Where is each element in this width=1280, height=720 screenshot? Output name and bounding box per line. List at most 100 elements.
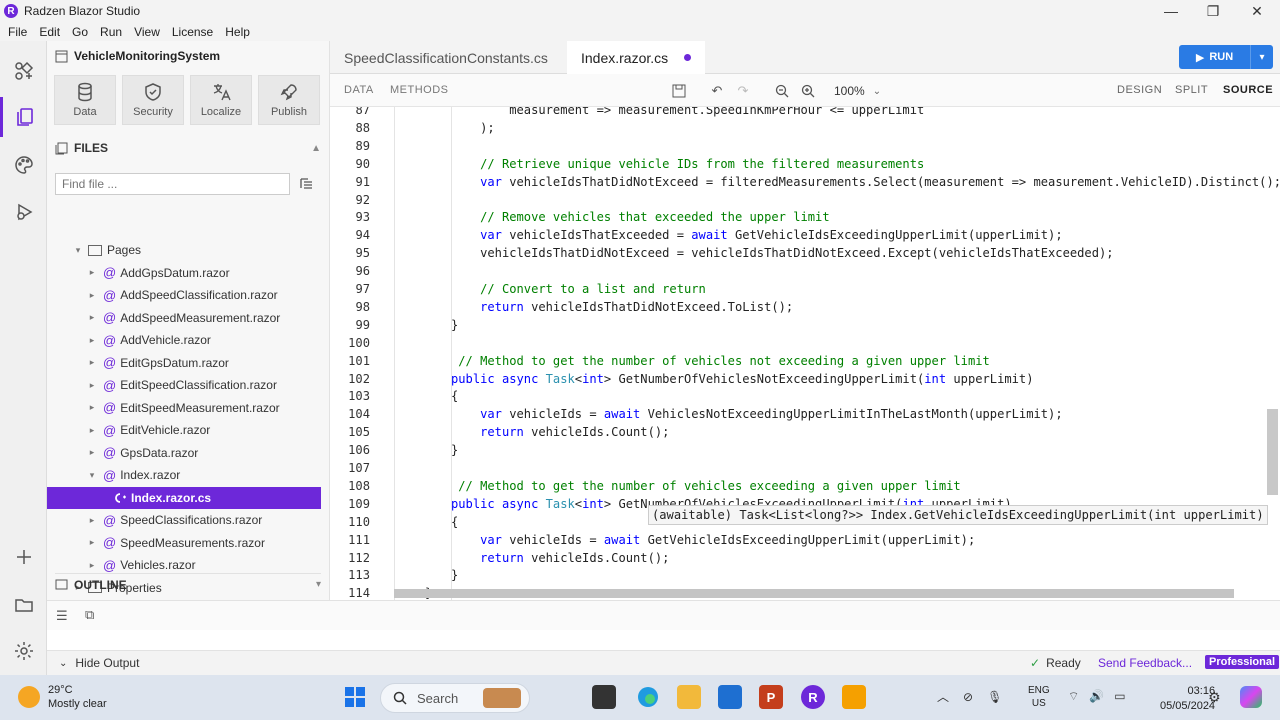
tab-speed-classification-constants[interactable]: SpeedClassificationConstants.cs (330, 41, 562, 74)
tree-file[interactable]: ▸ @ EditGpsDatum.razor (47, 352, 321, 375)
menu-file[interactable]: File (4, 25, 31, 39)
save-icon[interactable] (670, 82, 688, 100)
sublime-text-icon[interactable] (842, 685, 866, 709)
security-button[interactable]: Security (122, 75, 184, 125)
minimize-button[interactable]: — (1150, 0, 1192, 22)
copilot-icon[interactable] (1240, 686, 1262, 708)
code-line[interactable]: 112 return vehicleIds.Count(); (330, 549, 1280, 567)
code-line[interactable]: 101 // Method to get the number of vehicl… (330, 352, 1280, 370)
store-icon[interactable] (718, 685, 742, 709)
chevron-right-icon[interactable]: ▸ (87, 380, 97, 391)
zoom-in-icon[interactable] (799, 82, 817, 100)
zoom-select[interactable]: 100% ⌄ (834, 82, 892, 100)
open-folder-icon[interactable] (0, 585, 47, 625)
chevron-down-icon[interactable]: ▾ (73, 245, 83, 256)
code-line[interactable]: 92 (330, 191, 1280, 209)
code-line[interactable]: 90 // Retrieve unique vehicle IDs from th… (330, 155, 1280, 173)
notification-icon[interactable]: ⚙ (1208, 689, 1221, 706)
close-button[interactable]: ✕ (1236, 0, 1278, 22)
powerpoint-icon[interactable]: P (759, 685, 783, 709)
code-line[interactable]: 87 measurement => measurement.SpeedInKmPe… (330, 107, 1280, 119)
design-mode-button[interactable]: DESIGN (1117, 84, 1162, 96)
tree-file[interactable]: ▸ @ EditSpeedClassification.razor (47, 374, 321, 397)
code-line[interactable]: 103 { (330, 387, 1280, 405)
code-line[interactable]: 102 public async Task<int> GetNumberOfVeh… (330, 370, 1280, 388)
menu-edit[interactable]: Edit (35, 25, 64, 39)
chevron-down-icon[interactable]: ▾ (87, 470, 97, 481)
chevron-right-icon[interactable]: ▸ (87, 537, 97, 548)
run-button[interactable]: ▶ RUN ▾ (1179, 45, 1273, 69)
debug-icon[interactable] (0, 192, 47, 232)
tree-file[interactable]: ▾ @ Index.razor (47, 464, 321, 487)
collapse-files-icon[interactable]: ▲ (311, 143, 321, 154)
task-view-icon[interactable] (592, 685, 616, 709)
microphone-icon[interactable]: 🎙 (987, 690, 1002, 704)
chevron-right-icon[interactable]: ▸ (87, 425, 97, 436)
tree-file[interactable]: ▸ @ EditVehicle.razor (47, 419, 321, 442)
code-line[interactable]: 99} (330, 316, 1280, 334)
data-link[interactable]: DATA (344, 84, 374, 96)
settings-icon[interactable] (0, 631, 47, 671)
chevron-right-icon[interactable]: ▸ (87, 267, 97, 278)
code-line[interactable]: 98 return vehicleIdsThatDidNotExceed.ToLi… (330, 298, 1280, 316)
split-mode-button[interactable]: SPLIT (1175, 84, 1208, 96)
source-mode-button[interactable]: SOURCE (1223, 84, 1273, 96)
chevron-right-icon[interactable]: ▸ (87, 560, 97, 571)
data-button[interactable]: Data (54, 75, 116, 125)
file-explorer-icon[interactable] (677, 685, 701, 709)
localize-button[interactable]: Localize (190, 75, 252, 125)
files-header[interactable]: FILES ▲ (55, 139, 321, 157)
menu-view[interactable]: View (130, 25, 164, 39)
chevron-right-icon[interactable]: ▸ (87, 515, 97, 526)
code-editor[interactable]: 87 measurement => measurement.SpeedInKmPe… (330, 107, 1280, 600)
code-line[interactable]: 100 (330, 334, 1280, 352)
code-line[interactable]: 96 (330, 262, 1280, 280)
chevron-down-icon[interactable]: ▾ (316, 579, 321, 590)
code-line[interactable]: 89 (330, 137, 1280, 155)
add-icon[interactable] (0, 537, 47, 577)
network-off-icon[interactable]: ⊘ (963, 690, 973, 704)
code-line[interactable]: 95 vehicleIdsThatDidNotExceed = vehicleId… (330, 244, 1280, 262)
weather-widget[interactable]: 29°C Mostly clear (18, 683, 107, 711)
language-indicator[interactable]: ENG US (1028, 684, 1050, 710)
tree-file[interactable]: ▸ @ SpeedClassifications.razor (47, 509, 321, 532)
tree-folder-pages[interactable]: ▾ Pages (47, 239, 321, 262)
menu-go[interactable]: Go (68, 25, 92, 39)
tree-file[interactable]: ▸ @ AddVehicle.razor (47, 329, 321, 352)
code-line[interactable]: 94 var vehicleIdsThatExceeded = await Get… (330, 226, 1280, 244)
code-line[interactable]: 104 var vehicleIds = await VehiclesNotExc… (330, 405, 1280, 423)
zoom-out-icon[interactable] (773, 82, 791, 100)
quick-settings[interactable]: ⌔ 🔊 ▭ (1068, 689, 1126, 704)
run-main[interactable]: ▶ RUN (1179, 45, 1251, 69)
tree-file[interactable]: ▸ @ GpsData.razor (47, 442, 321, 465)
edge-browser-icon[interactable] (636, 685, 660, 709)
redo-icon[interactable]: ↷ (734, 82, 752, 100)
chevron-right-icon[interactable]: ▸ (87, 335, 97, 346)
horizontal-scrollbar[interactable] (394, 589, 1234, 598)
code-line[interactable]: 113} (330, 566, 1280, 584)
windows-start-icon[interactable] (343, 685, 367, 709)
palette-icon[interactable] (0, 145, 47, 185)
chevron-up-icon[interactable]: ︿ (937, 688, 949, 705)
find-file-input[interactable] (55, 173, 290, 195)
tree-file[interactable]: ▸ @ AddGpsDatum.razor (47, 262, 321, 285)
clear-output-icon[interactable]: ☰ (56, 608, 68, 624)
editor-vertical-scrollbar[interactable] (1267, 409, 1278, 495)
connect-icon[interactable] (0, 51, 47, 91)
run-dropdown-icon[interactable]: ▾ (1251, 52, 1273, 63)
tree-file[interactable]: ▸ @ SpeedMeasurements.razor (47, 532, 321, 555)
explorer-icon[interactable] (0, 97, 47, 137)
publish-button[interactable]: Publish (258, 75, 320, 125)
chevron-right-icon[interactable]: ▸ (87, 290, 97, 301)
clock[interactable]: 03:16 05/05/2024 (1160, 684, 1215, 714)
radzen-app-icon[interactable]: R (801, 685, 825, 709)
code-line[interactable]: 88); (330, 119, 1280, 137)
code-line[interactable]: 93 // Remove vehicles that exceeded the u… (330, 208, 1280, 226)
tree-file-selected[interactable]: Index.razor.cs (47, 486, 321, 509)
copy-output-icon[interactable]: ⧉ (85, 607, 94, 623)
code-line[interactable]: 108 // Method to get the number of vehicl… (330, 477, 1280, 495)
chevron-right-icon[interactable]: ▸ (87, 402, 97, 413)
code-line[interactable]: 106} (330, 441, 1280, 459)
code-line[interactable]: 97 // Convert to a list and return (330, 280, 1280, 298)
tree-file[interactable]: ▸ @ EditSpeedMeasurement.razor (47, 397, 321, 420)
